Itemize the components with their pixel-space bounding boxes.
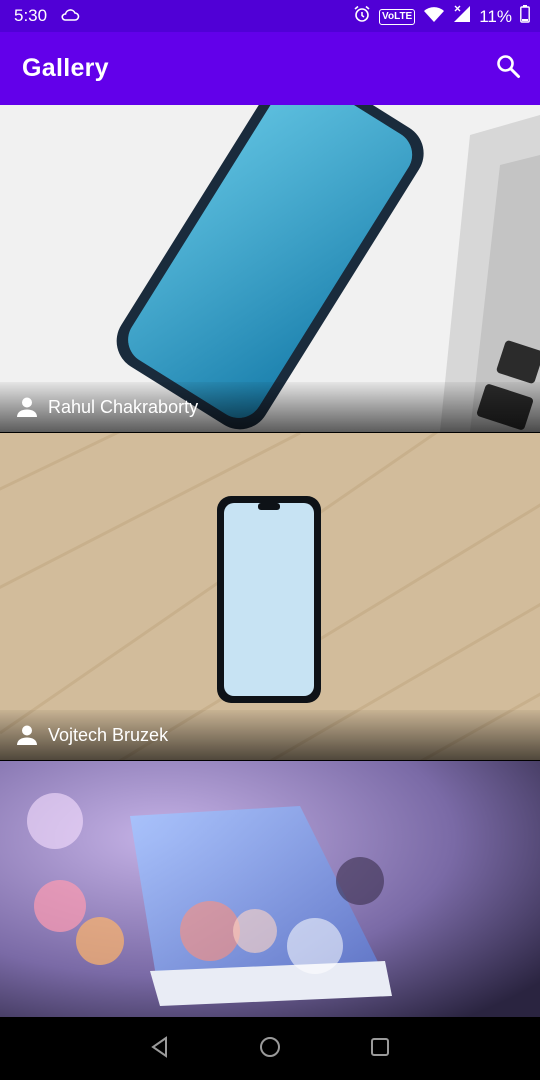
gallery-card[interactable] — [0, 761, 540, 1017]
status-time: 5:30 — [14, 6, 48, 25]
back-icon[interactable] — [149, 1035, 171, 1063]
app-title: Gallery — [22, 54, 109, 82]
person-icon — [16, 396, 38, 418]
wifi-icon — [423, 6, 445, 27]
person-icon — [16, 724, 38, 746]
gallery-card[interactable]: Rahul Chakraborty — [0, 105, 540, 432]
photo-caption: Rahul Chakraborty — [0, 382, 540, 432]
back-button[interactable] — [146, 1035, 174, 1063]
search-icon[interactable] — [495, 53, 521, 84]
signal-icon — [453, 5, 471, 28]
photo-phone-bokeh — [0, 761, 540, 1017]
home-button[interactable] — [256, 1035, 284, 1063]
volte-badge: VoLTE — [379, 8, 416, 25]
author-name: Vojtech Bruzek — [48, 724, 169, 745]
author-name: Rahul Chakraborty — [48, 396, 199, 417]
status-bar: 5:30 VoLTE 11% — [0, 0, 540, 32]
recents-icon[interactable] — [369, 1036, 391, 1063]
app-bar: Gallery — [0, 32, 540, 105]
gallery-card[interactable]: Vojtech Bruzek — [0, 433, 540, 760]
photo-caption: Vojtech Bruzek — [0, 710, 540, 760]
home-icon[interactable] — [259, 1036, 281, 1063]
search-button[interactable] — [490, 50, 526, 86]
battery-percent: 11% — [479, 6, 512, 26]
cloud-icon — [60, 8, 80, 27]
alarm-icon — [353, 5, 371, 28]
navigation-bar — [0, 1017, 540, 1080]
battery-icon — [520, 5, 530, 28]
recents-button[interactable] — [366, 1035, 394, 1063]
